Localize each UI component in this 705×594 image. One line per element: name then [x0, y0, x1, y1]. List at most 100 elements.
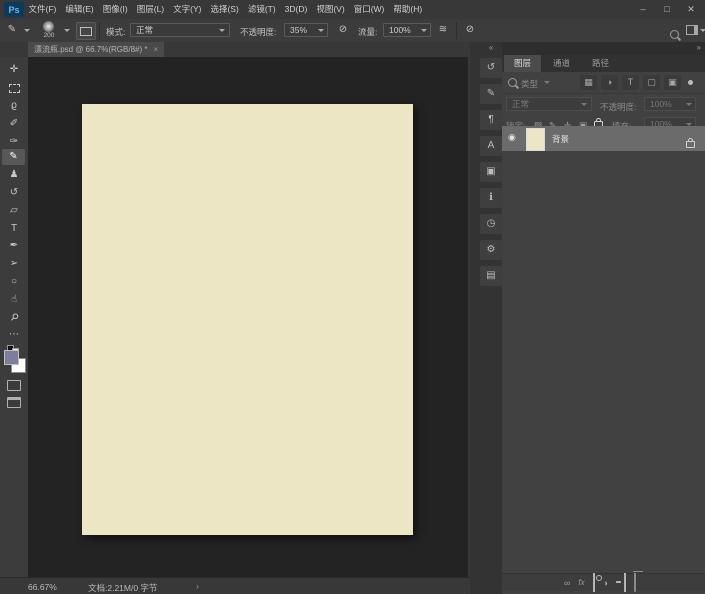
clone-stamp-icon: ♟: [10, 169, 19, 180]
pressure-icon: ⊘: [339, 24, 347, 35]
menu-image[interactable]: 图像(I): [98, 0, 132, 19]
blend-mode-row: 正常 不透明度: 100%: [502, 94, 705, 115]
brush-tool[interactable]: ✎: [2, 149, 25, 165]
chevron-down-icon: [581, 103, 587, 106]
toggle-brush-panel-button[interactable]: [76, 22, 96, 40]
move-tool[interactable]: ✛: [0, 62, 28, 78]
filter-shape-layers-button[interactable]: ▢: [643, 75, 660, 90]
layer-style-button[interactable]: fx: [578, 576, 584, 590]
quick-mask-button[interactable]: [0, 377, 28, 393]
shape-tool[interactable]: ○: [0, 274, 28, 290]
quick-selection-tool[interactable]: ✐: [0, 116, 28, 132]
styles-panel-button[interactable]: ▤: [480, 266, 502, 286]
screen-mode-button[interactable]: [0, 394, 28, 410]
opacity-select[interactable]: 35%: [284, 23, 328, 37]
type-tool[interactable]: T: [0, 221, 28, 237]
document-canvas[interactable]: [82, 104, 413, 535]
menu-edit[interactable]: 编辑(E): [61, 0, 98, 19]
trash-icon: [634, 573, 636, 592]
filter-smart-objects-button[interactable]: ▣: [664, 75, 681, 90]
brush-size-picker[interactable]: 200: [40, 21, 64, 40]
clone-source-panel-button[interactable]: ▣: [480, 162, 502, 182]
separator: [99, 22, 100, 39]
pressure-size-button[interactable]: ⊘: [461, 22, 479, 38]
brush-settings-panel-icon: ✎: [487, 88, 495, 99]
flow-select[interactable]: 100%: [383, 23, 431, 37]
edit-toolbar-button[interactable]: ⋯: [0, 327, 28, 343]
minimize-button[interactable]: –: [631, 0, 655, 19]
menu-filter[interactable]: 滤镜(T): [243, 0, 280, 19]
lasso-tool[interactable]: ϱ: [0, 98, 28, 114]
layer-row-background[interactable]: ◉ 背景: [502, 126, 705, 151]
chevron-down-icon: [544, 81, 550, 84]
airbrush-button[interactable]: ≋: [434, 22, 452, 38]
menu-type[interactable]: 文字(Y): [169, 0, 206, 19]
paragraph-panel-icon: ¶: [488, 114, 493, 125]
history-panel-button[interactable]: ↺: [480, 58, 502, 78]
clone-stamp-tool[interactable]: ♟: [0, 167, 28, 183]
tab-paths[interactable]: 路径: [582, 55, 619, 72]
tab-layers[interactable]: 图层: [504, 55, 541, 72]
zoom-level-field[interactable]: 66.67%: [28, 582, 57, 592]
eraser-tool[interactable]: ▱: [0, 203, 28, 219]
layer-blend-mode-select[interactable]: 正常: [506, 97, 592, 111]
menu-file[interactable]: 文件(F): [24, 0, 61, 19]
filter-type-layers-button[interactable]: T: [622, 75, 639, 90]
add-adjustment-layer-button[interactable]: ◑: [603, 576, 608, 590]
rectangular-marquee-tool[interactable]: [0, 80, 28, 96]
layer-thumbnail[interactable]: [526, 128, 545, 151]
filter-shape-layers-icon: ▢: [647, 77, 656, 87]
link-layers-button[interactable]: ∞: [564, 576, 570, 590]
filter-pixel-layers-button[interactable]: ▦: [580, 75, 597, 90]
status-expand-icon[interactable]: ›: [196, 581, 199, 591]
pressure-opacity-button[interactable]: ⊘: [334, 22, 352, 38]
blend-mode-select[interactable]: 正常: [130, 23, 230, 37]
info-panel-button[interactable]: ℹ: [480, 188, 502, 208]
pen-tool[interactable]: ✒: [0, 238, 28, 254]
document-title: 漂流瓶.psd @ 66.7%(RGB/8#) *: [34, 42, 148, 57]
eyedropper-tool[interactable]: ✑: [0, 134, 28, 150]
search-icon: [670, 30, 679, 39]
panel-collapse-button[interactable]: »: [697, 42, 701, 54]
maximize-button[interactable]: □: [655, 0, 679, 19]
adjustments-panel-button[interactable]: ⚙: [480, 240, 502, 260]
menu-select[interactable]: 选择(S): [206, 0, 243, 19]
character-panel-icon: A: [488, 140, 495, 151]
menu-3d[interactable]: 3D(D): [280, 0, 312, 19]
path-selection-tool[interactable]: ➢: [0, 256, 28, 272]
dock-collapse-button[interactable]: «: [480, 42, 502, 55]
separator: [456, 22, 457, 39]
add-layer-mask-button[interactable]: [593, 574, 595, 592]
pressure-icon: ⊘: [466, 24, 474, 35]
foreground-color-swatch[interactable]: [4, 350, 19, 365]
character-panel-button[interactable]: A: [480, 136, 502, 156]
history-brush-tool[interactable]: ↺: [0, 185, 28, 201]
tab-channels[interactable]: 通道: [543, 55, 580, 72]
flow-value: 100%: [389, 25, 411, 35]
paragraph-panel-button[interactable]: ¶: [480, 110, 502, 130]
brush-settings-panel-button[interactable]: ✎: [480, 84, 502, 104]
hand-tool[interactable]: ☝: [0, 292, 28, 308]
delete-layer-button[interactable]: [634, 574, 636, 592]
close-tab-icon[interactable]: ×: [154, 42, 159, 57]
shape-icon: ○: [11, 276, 17, 287]
filter-toggle-icon[interactable]: [688, 80, 693, 85]
new-layer-button[interactable]: [624, 574, 626, 592]
filter-adjustment-layers-button[interactable]: ◑: [601, 75, 618, 90]
document-tab[interactable]: 漂流瓶.psd @ 66.7%(RGB/8#) * ×: [28, 42, 164, 57]
menu-help[interactable]: 帮助(H): [389, 0, 427, 19]
window-controls: – □ ✕: [631, 0, 703, 19]
visibility-eye-icon[interactable]: ◉: [508, 132, 516, 143]
filter-kind-select[interactable]: 类型: [521, 78, 538, 90]
timeline-panel-button[interactable]: ◷: [480, 214, 502, 234]
menu-layer[interactable]: 图层(L): [132, 0, 168, 19]
zoom-tool[interactable]: ⚲: [0, 310, 28, 326]
tool-preset-picker[interactable]: ✎: [3, 22, 21, 38]
menu-window[interactable]: 窗口(W): [349, 0, 389, 19]
menu-view[interactable]: 视图(V): [312, 0, 349, 19]
layer-filter-row: 类型 ▦ ◑ T ▢ ▣: [502, 72, 705, 94]
close-button[interactable]: ✕: [679, 0, 703, 19]
layer-name[interactable]: 背景: [552, 133, 569, 145]
layer-opacity-select[interactable]: 100%: [644, 97, 696, 111]
layer-lock-icon: [686, 135, 695, 153]
